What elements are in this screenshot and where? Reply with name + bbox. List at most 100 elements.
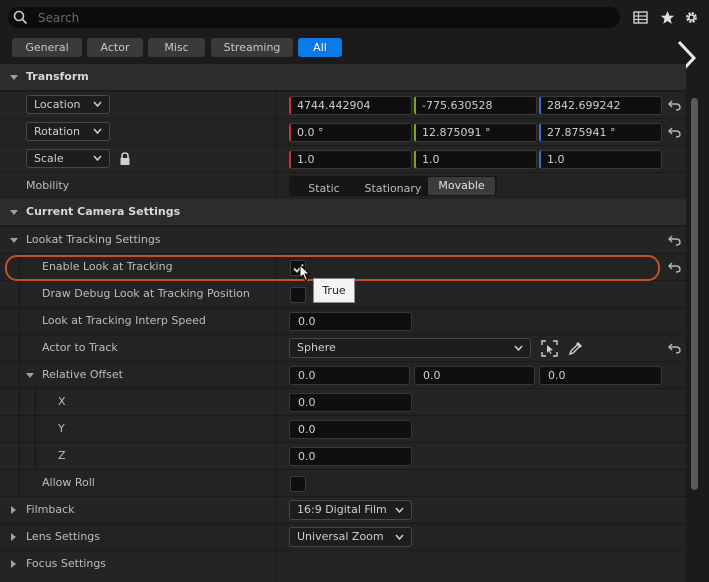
lens-settings-row[interactable]: Lens Settings Universal Zoom xyxy=(0,523,686,550)
enable-lookat-label: Enable Look at Tracking xyxy=(42,260,173,273)
draw-debug-checkbox[interactable] xyxy=(290,287,306,303)
chevron-down-icon xyxy=(93,101,102,107)
rotation-dropdown[interactable]: Rotation xyxy=(26,122,110,141)
filmback-row[interactable]: Filmback 16:9 Digital Film xyxy=(0,496,686,523)
filter-streaming[interactable]: Streaming xyxy=(211,38,293,57)
interp-speed-label: Look at Tracking Interp Speed xyxy=(42,314,206,327)
filter-all[interactable]: All xyxy=(298,38,342,57)
rotation-y-field[interactable]: 12.875091 ° xyxy=(414,123,537,142)
chevron-down-icon xyxy=(93,155,102,161)
relative-offset-y-field[interactable]: 0.0 xyxy=(414,366,535,385)
filmback-dropdown[interactable]: 16:9 Digital Film xyxy=(289,500,412,520)
relative-offset-x-field[interactable]: 0.0 xyxy=(289,366,410,385)
offset-x-field[interactable]: 0.0 xyxy=(289,393,412,412)
collapse-arrow-icon xyxy=(10,210,18,215)
rotation-row: Rotation 0.0 ° 12.875091 ° 27.875941 ° xyxy=(0,118,686,145)
filter-misc[interactable]: Misc xyxy=(148,38,205,57)
select-actor-icon[interactable] xyxy=(541,340,558,357)
camera-settings-title: Current Camera Settings xyxy=(26,205,181,218)
rotation-label: Rotation xyxy=(34,125,81,138)
scale-row: Scale 1.0 1.0 1.0 xyxy=(0,145,686,172)
lens-settings-dropdown[interactable]: Universal Zoom xyxy=(289,527,412,547)
reset-arrow-icon[interactable] xyxy=(668,100,681,111)
gear-icon[interactable] xyxy=(684,10,699,25)
collapse-arrow-icon xyxy=(10,75,18,80)
reset-arrow-icon[interactable] xyxy=(668,127,681,138)
chevron-down-icon xyxy=(514,345,523,351)
location-dropdown[interactable]: Location xyxy=(26,95,110,114)
focus-settings-row[interactable]: Focus Settings xyxy=(0,550,686,582)
star-icon[interactable] xyxy=(660,10,675,25)
expand-arrow-icon xyxy=(11,506,16,514)
tooltip: True xyxy=(313,278,355,303)
allow-roll-checkbox[interactable] xyxy=(290,476,306,492)
filter-general[interactable]: General xyxy=(12,38,82,57)
scale-z-field[interactable]: 1.0 xyxy=(539,150,662,169)
location-y-field[interactable]: -775.630528 xyxy=(414,96,537,115)
mobility-row: Mobility Static Stationary Movable xyxy=(0,172,686,199)
reset-arrow-icon[interactable] xyxy=(668,235,681,246)
location-row: Location 4744.442904 -775.630528 2842.69… xyxy=(0,91,686,118)
expand-arrow-icon xyxy=(11,533,16,541)
actor-to-track-label: Actor to Track xyxy=(42,341,118,354)
filmback-value: 16:9 Digital Film xyxy=(297,503,387,516)
lookat-tracking-row[interactable]: Lookat Tracking Settings xyxy=(0,226,686,253)
interp-speed-row: Look at Tracking Interp Speed 0.0 xyxy=(0,307,686,335)
location-z-field[interactable]: 2842.699242 xyxy=(539,96,662,115)
mobility-stationary-option[interactable]: Stationary xyxy=(359,179,427,199)
mobility-static-option[interactable]: Static xyxy=(289,179,359,199)
offset-y-field[interactable]: 0.0 xyxy=(289,420,412,439)
lock-icon[interactable] xyxy=(119,152,131,166)
reset-arrow-icon[interactable] xyxy=(668,343,681,354)
search-input[interactable] xyxy=(36,8,600,28)
location-x-field[interactable]: 4744.442904 xyxy=(289,96,412,115)
search-bar[interactable] xyxy=(8,7,620,28)
chevron-down-icon xyxy=(395,534,404,540)
offset-x-row: X 0.0 xyxy=(0,388,686,416)
mobility-movable-option[interactable]: Movable xyxy=(428,177,495,195)
transform-title: Transform xyxy=(26,70,89,83)
scale-label: Scale xyxy=(34,152,64,165)
transform-header[interactable]: Transform xyxy=(0,64,686,90)
rotation-z-field[interactable]: 27.875941 ° xyxy=(539,123,662,142)
actor-to-track-value: Sphere xyxy=(297,341,336,354)
reset-arrow-icon[interactable] xyxy=(668,262,681,273)
relative-offset-label: Relative Offset xyxy=(42,368,123,381)
grid-view-icon[interactable] xyxy=(633,10,648,25)
offset-z-label: Z xyxy=(58,449,66,462)
actor-to-track-dropdown[interactable]: Sphere xyxy=(289,338,531,358)
actor-to-track-row: Actor to Track Sphere xyxy=(0,334,686,362)
chevron-down-icon xyxy=(93,128,102,134)
scale-y-field[interactable]: 1.0 xyxy=(414,150,537,169)
eyedropper-icon[interactable] xyxy=(568,340,584,356)
lookat-tracking-title: Lookat Tracking Settings xyxy=(26,233,161,246)
scale-dropdown[interactable]: Scale xyxy=(26,149,110,168)
filter-actor[interactable]: Actor xyxy=(87,38,143,57)
offset-z-row: Z 0.0 xyxy=(0,442,686,470)
allow-roll-row: Allow Roll xyxy=(0,469,686,497)
allow-roll-label: Allow Roll xyxy=(42,476,95,489)
scrollbar-thumb[interactable] xyxy=(691,98,698,490)
offset-z-field[interactable]: 0.0 xyxy=(289,447,412,466)
collapse-arrow-icon xyxy=(26,373,34,378)
lens-settings-label: Lens Settings xyxy=(26,530,101,543)
interp-speed-field[interactable]: 0.0 xyxy=(289,312,412,331)
lens-settings-value: Universal Zoom xyxy=(297,530,384,543)
offset-y-label: Y xyxy=(58,422,65,435)
scale-x-field[interactable]: 1.0 xyxy=(289,150,412,169)
chevron-down-icon xyxy=(395,507,404,513)
relative-offset-z-field[interactable]: 0.0 xyxy=(539,366,662,385)
offset-x-label: X xyxy=(58,395,66,408)
camera-settings-header[interactable]: Current Camera Settings xyxy=(0,199,686,225)
offset-y-row: Y 0.0 xyxy=(0,415,686,443)
location-label: Location xyxy=(34,98,81,111)
enable-lookat-row: Enable Look at Tracking xyxy=(0,253,686,281)
relative-offset-row[interactable]: Relative Offset 0.0 0.0 0.0 xyxy=(0,361,686,389)
mouse-cursor-icon xyxy=(299,264,311,282)
rotation-x-field[interactable]: 0.0 ° xyxy=(289,123,412,142)
filmback-label: Filmback xyxy=(26,503,75,516)
collapse-arrow-icon xyxy=(10,238,18,243)
focus-settings-label: Focus Settings xyxy=(26,557,107,570)
mobility-segmented-control: Static Stationary Movable xyxy=(289,176,497,196)
expand-arrow-icon xyxy=(11,560,16,568)
